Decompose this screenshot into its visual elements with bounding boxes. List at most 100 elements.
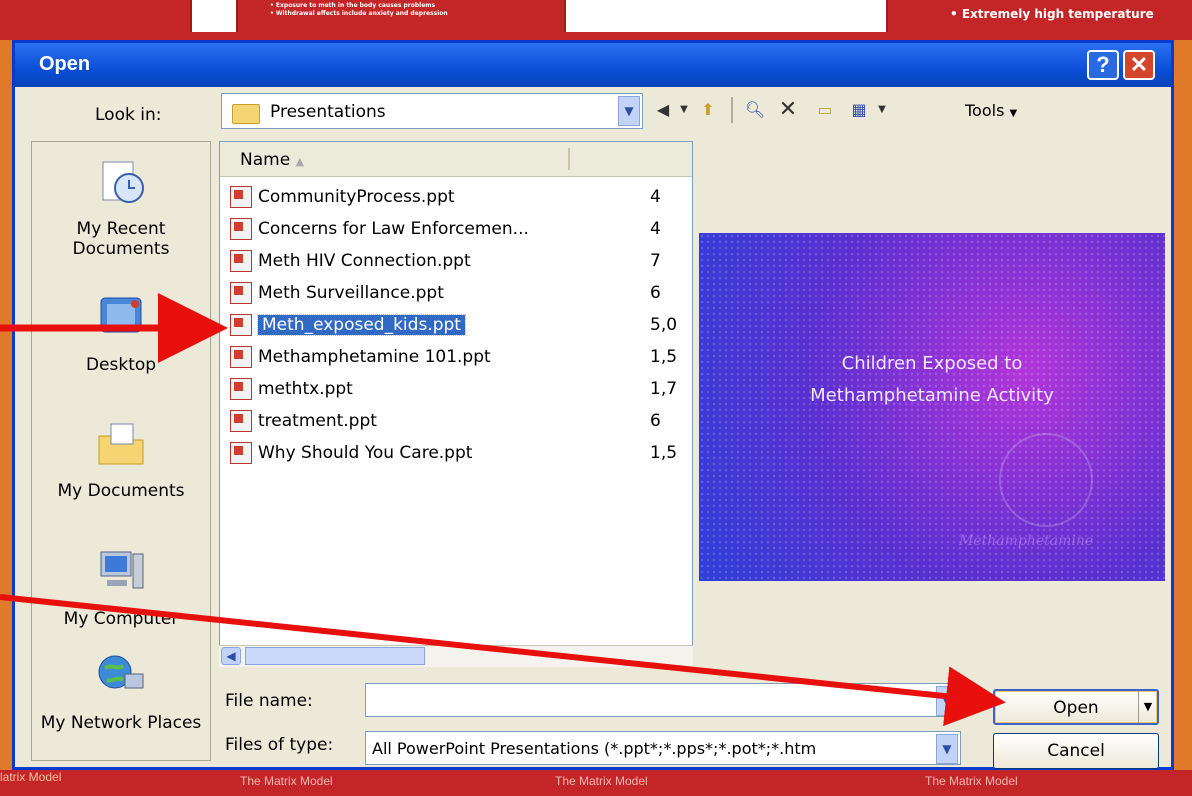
ppt-file-icon [230,346,252,368]
ppt-file-icon [230,442,252,464]
column-separator[interactable] [568,148,570,170]
views-dropdown-icon[interactable]: ▼ [875,97,889,123]
file-list: Name ▲ CommunityProcess.ppt 4 Concerns fo… [219,141,693,667]
place-my-computer[interactable]: My Computer [32,546,210,629]
tools-menu[interactable]: Tools ▼ [965,101,1017,120]
file-name-label: File name: [225,691,313,711]
file-size: 1,7 [650,379,678,399]
file-row[interactable]: Meth HIV Connection.ppt 7 [230,246,690,278]
ppt-file-icon [230,250,252,272]
ppt-file-icon [230,218,252,240]
views-icon[interactable]: ▦ [845,97,873,123]
background-left-band [0,40,12,770]
open-button-label: Open [1053,698,1099,718]
help-button[interactable]: ? [1087,50,1119,80]
file-size: 1,5 [650,347,678,367]
sort-ascending-icon: ▲ [295,155,305,168]
background-top-text: • Exposure to meth in the body causes pr… [270,2,448,17]
delete-icon[interactable]: ✕ [775,97,801,123]
file-type-label: Files of type: [225,735,334,755]
file-size: 5,0 [650,315,678,335]
my-computer-icon [100,551,144,589]
network-places-icon [98,655,144,689]
chevron-down-icon[interactable]: ▼ [618,96,640,126]
file-type-select[interactable]: All PowerPoint Presentations (*.ppt*;*.p… [365,731,961,765]
preview-title-line1: Children Exposed to [841,353,1023,374]
chevron-down-icon[interactable]: ▼ [936,686,958,716]
file-name: Methamphetamine 101.ppt [258,347,491,367]
ppt-file-icon [230,314,252,336]
place-network-places[interactable]: My Network Places [32,650,210,733]
dialog-title: Open [39,53,91,75]
recent-documents-icon [102,161,144,203]
tools-label: Tools [965,101,1005,120]
file-row[interactable]: Meth Surveillance.ppt 6 [230,278,690,310]
file-name: Meth Surveillance.ppt [258,283,444,303]
back-icon[interactable]: ◀ [651,97,675,123]
place-my-documents[interactable]: My Documents [32,418,210,501]
background-top-band: • Exposure to meth in the body causes pr… [0,0,1192,40]
folder-icon [232,104,260,124]
column-header-name[interactable]: Name ▲ [220,142,692,177]
file-size: 6 [650,411,661,431]
preview-title-line2: Methamphetamine Activity [810,385,1054,406]
file-size: 4 [650,187,661,207]
file-name: Meth_exposed_kids.ppt [257,314,466,336]
background-bottom-label: The Matrix Model [925,774,1018,788]
place-label: Desktop [85,355,157,375]
slide-preview: Children Exposed to Methamphetamine Acti… [699,233,1165,581]
open-dialog: Open ? ✕ Look in: Presentations ▼ ◀ ▼ ⬆ … [12,40,1174,770]
background-right-band [1174,40,1192,770]
title-bar[interactable]: Open ? ✕ [15,43,1171,87]
file-row[interactable]: Methamphetamine 101.ppt 1,5 [230,342,690,374]
my-documents-icon [98,423,144,465]
file-row[interactable]: treatment.ppt 6 [230,406,690,438]
file-name-input[interactable]: ▼ [365,683,961,717]
background-top-right-text: • Extremely high temperature [950,7,1154,21]
place-label: My Documents [57,481,185,501]
look-in-value: Presentations [270,102,386,122]
background-bottom-label: The Matrix Model [240,774,333,788]
background-cell [190,0,238,32]
ppt-file-icon [230,378,252,400]
file-row[interactable]: methtx.ppt 1,7 [230,374,690,406]
file-name: Why Should You Care.ppt [258,443,473,463]
file-row-selected[interactable]: Meth_exposed_kids.ppt 5,0 [230,310,690,342]
horizontal-scrollbar[interactable]: ◀ ▶ [219,645,693,667]
search-web-icon[interactable]: 🔍︎ [741,97,769,123]
close-button[interactable]: ✕ [1123,50,1155,80]
file-size: 4 [650,219,661,239]
file-name: Meth HIV Connection.ppt [258,251,471,271]
file-name: methtx.ppt [258,379,353,399]
look-in-label: Look in: [95,105,162,125]
chevron-down-icon[interactable]: ▼ [936,734,958,764]
column-header-label: Name ▲ [240,150,305,170]
place-recent-documents[interactable]: My Recent Documents [32,156,210,259]
background-bottom-left-label: latrix Model [0,770,62,784]
scroll-left-icon[interactable]: ◀ [221,647,241,665]
file-row[interactable]: Why Should You Care.ppt 1,5 [230,438,690,470]
file-row[interactable]: CommunityProcess.ppt 4 [230,182,690,214]
scroll-thumb[interactable] [245,647,425,665]
file-name: Concerns for Law Enforcemen... [258,219,529,239]
back-dropdown-icon[interactable]: ▼ [677,97,691,123]
place-label: My Network Places [40,713,202,733]
new-folder-icon[interactable]: ▭ [811,97,839,123]
place-label: My Computer [63,609,179,629]
open-dropdown-icon[interactable]: ▼ [1138,691,1157,723]
open-button[interactable]: Open ▼ [993,689,1159,725]
file-size: 1,5 [650,443,678,463]
up-folder-icon[interactable]: ⬆ [695,97,721,123]
place-desktop[interactable]: Desktop [32,292,210,375]
tools-dropdown-icon: ▼ [1009,108,1018,119]
look-in-combo[interactable]: Presentations ▼ [221,93,643,129]
ppt-file-icon [230,186,252,208]
preview-signature: Methamphetamine [959,533,1094,549]
places-bar: My Recent Documents Desktop My Documents… [31,141,211,761]
ppt-file-icon [230,282,252,304]
file-size: 6 [650,283,661,303]
file-size: 7 [650,251,661,271]
file-name: CommunityProcess.ppt [258,187,455,207]
cancel-button[interactable]: Cancel [993,733,1159,769]
file-row[interactable]: Concerns for Law Enforcemen... 4 [230,214,690,246]
